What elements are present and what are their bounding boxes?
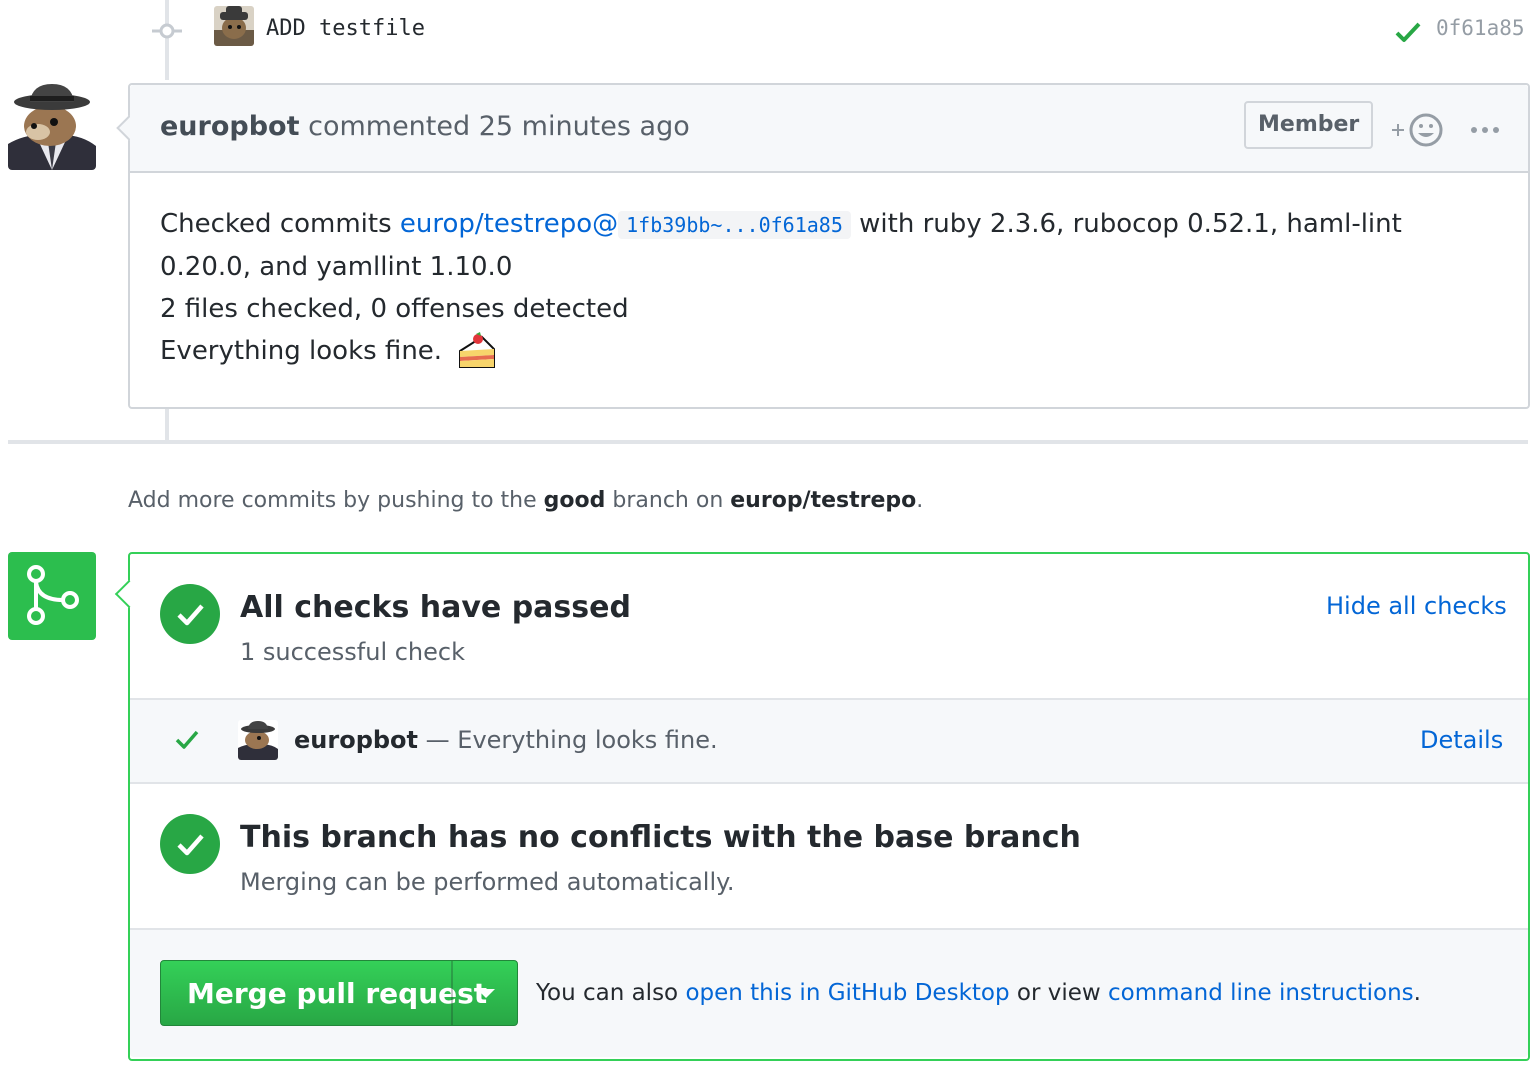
- footer-text-before: You can also: [536, 980, 686, 1006]
- command-line-instructions-link[interactable]: command line instructions: [1108, 980, 1414, 1006]
- commit-node-icon: [152, 23, 182, 39]
- comment-timestamp[interactable]: commented 25 minutes ago: [308, 111, 690, 142]
- timeline-divider: [8, 440, 1528, 444]
- merge-alternatives-text: You can also open this in GitHub Desktop…: [536, 980, 1421, 1006]
- no-conflicts-icon: [160, 814, 220, 874]
- hint-part1: Add more commits by pushing to the: [128, 488, 544, 513]
- hint-repo: europ/testrepo: [730, 488, 917, 513]
- merge-actions: Merge pull request You can also open thi…: [130, 930, 1528, 1057]
- comment-author[interactable]: europbot: [160, 111, 300, 142]
- comment-card: europbot commented 25 minutes ago Member…: [116, 83, 1530, 409]
- checks-title: All checks have passed: [240, 590, 631, 625]
- comment-body-line2: 2 files checked, 0 offenses detected: [160, 294, 629, 324]
- merge-status-card: All checks have passed 1 successful chec…: [114, 552, 1530, 1061]
- member-badge: Member: [1244, 101, 1374, 149]
- commit-author-avatar[interactable]: [214, 6, 254, 46]
- conflicts-subtitle: Merging can be performed automatically.: [240, 868, 735, 896]
- commit-sha[interactable]: 0f61a85: [1436, 16, 1525, 40]
- body-prefix: Checked commits: [160, 209, 400, 239]
- merge-status-icon-box: [8, 552, 96, 640]
- hint-branch: good: [543, 488, 606, 513]
- repo-link[interactable]: europ/testrepo@: [400, 209, 618, 239]
- merge-button-label[interactable]: Merge pull request: [187, 977, 487, 1010]
- smiley-icon[interactable]: [1390, 113, 1446, 147]
- timeline-line: [165, 408, 169, 440]
- checks-subtitle: 1 successful check: [240, 638, 465, 666]
- check-item-text: europbot — Everything looks fine.: [294, 726, 718, 754]
- footer-text-after: .: [1413, 980, 1421, 1006]
- check-app-avatar: [238, 720, 278, 760]
- comment-body: Checked commits europ/testrepo@ 1fb39bb~.…: [160, 203, 1500, 372]
- comment-header: europbot commented 25 minutes ago Member: [130, 85, 1528, 173]
- checks-passed-icon: [160, 584, 220, 644]
- hint-part2: branch on: [605, 488, 731, 513]
- cake-emoji: [459, 332, 496, 368]
- check-icon[interactable]: [1394, 20, 1422, 44]
- check-description: — Everything looks fine.: [425, 726, 718, 754]
- row-separator: [130, 782, 1528, 784]
- hint-part3: .: [916, 488, 924, 513]
- chevron-down-icon[interactable]: [477, 989, 495, 998]
- comment-body-line3: Everything looks fine.: [160, 330, 1500, 372]
- comment-body-line1: Checked commits europ/testrepo@ 1fb39bb~.…: [160, 203, 1500, 288]
- body-line3-text: Everything looks fine.: [160, 336, 443, 366]
- check-name: europbot: [294, 726, 419, 754]
- push-hint: Add more commits by pushing to the good …: [128, 488, 923, 513]
- merge-pull-request-button[interactable]: Merge pull request: [160, 960, 518, 1026]
- conflicts-title: This branch has no conflicts with the ba…: [240, 820, 1081, 855]
- footer-text-mid: or view: [1009, 980, 1109, 1006]
- commit-message[interactable]: ADD testfile: [266, 16, 425, 41]
- commit-range-link[interactable]: 1fb39bb~...0f61a85: [618, 211, 851, 239]
- check-icon: [175, 730, 199, 749]
- check-item: europbot — Everything looks fine. Detail…: [130, 700, 1528, 782]
- check-details-link[interactable]: Details: [1420, 726, 1503, 754]
- kebab-horizontal-icon[interactable]: [1470, 125, 1500, 135]
- hide-all-checks-link[interactable]: Hide all checks: [1326, 592, 1507, 620]
- git-merge-icon: [27, 565, 79, 625]
- github-desktop-link[interactable]: open this in GitHub Desktop: [685, 980, 1009, 1006]
- merge-button-divider: [451, 961, 453, 1025]
- merge-caret: [114, 579, 144, 609]
- comment-title: europbot commented 25 minutes ago: [160, 111, 690, 142]
- comment-author-avatar[interactable]: [8, 82, 96, 170]
